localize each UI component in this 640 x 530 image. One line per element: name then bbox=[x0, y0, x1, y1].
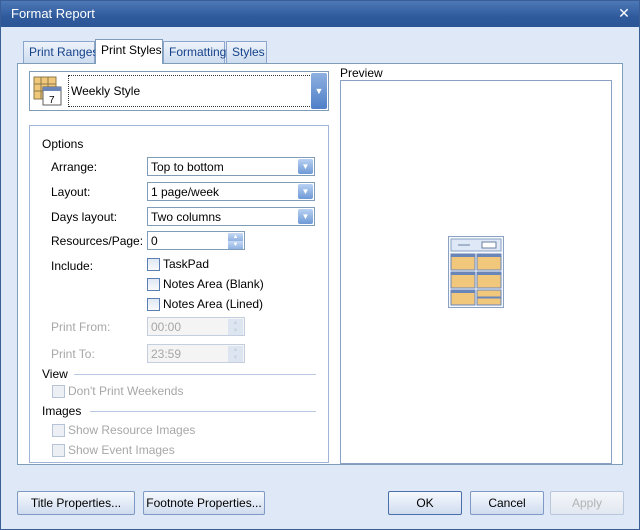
apply-button[interactable]: Apply bbox=[550, 491, 624, 515]
spin-down-icon[interactable]: ▼ bbox=[228, 241, 243, 249]
tab-styles[interactable]: Styles bbox=[226, 41, 267, 63]
resources-per-page-spinner[interactable]: 0 ▲ ▼ bbox=[147, 231, 245, 250]
include-label: Include: bbox=[51, 259, 94, 273]
weekly-layout-preview-icon bbox=[448, 236, 504, 308]
taskpad-label: TaskPad bbox=[163, 257, 210, 271]
arrange-combo[interactable]: Top to bottom ▼ bbox=[147, 157, 315, 176]
layout-combo[interactable]: 1 page/week ▼ bbox=[147, 182, 315, 201]
footnote-properties-button[interactable]: Footnote Properties... bbox=[143, 491, 265, 515]
images-heading: Images bbox=[42, 404, 82, 418]
checkbox-box[interactable] bbox=[147, 298, 160, 311]
spin-up-icon[interactable]: ▲ bbox=[228, 319, 243, 327]
print-from-spinner[interactable]: 00:00 ▲ ▼ bbox=[147, 317, 245, 336]
print-to-spinner[interactable]: 23:59 ▲ ▼ bbox=[147, 344, 245, 363]
title-properties-button[interactable]: Title Properties... bbox=[17, 491, 135, 515]
tab-formatting[interactable]: Formatting bbox=[163, 41, 226, 63]
print-from-label: Print From: bbox=[51, 320, 111, 334]
tab-print-ranges[interactable]: Print Ranges bbox=[23, 41, 98, 63]
print-to-value: 23:59 bbox=[151, 347, 182, 361]
options-heading: Options bbox=[42, 137, 84, 151]
notes-area-lined-label: Notes Area (Lined) bbox=[163, 297, 264, 311]
calendar-7-icon: 7 bbox=[33, 76, 62, 106]
chevron-down-icon[interactable]: ▼ bbox=[298, 209, 313, 224]
window-title: Format Report bbox=[11, 6, 95, 21]
title-bar[interactable]: Format Report ✕ bbox=[1, 1, 639, 27]
view-heading: View bbox=[42, 367, 68, 381]
resources-per-page-value: 0 bbox=[151, 234, 158, 248]
print-from-value: 00:00 bbox=[151, 320, 182, 334]
ok-button[interactable]: OK bbox=[388, 491, 462, 515]
layout-label: Layout: bbox=[51, 185, 91, 199]
tab-print-styles[interactable]: Print Styles bbox=[95, 39, 163, 64]
arrange-value: Top to bottom bbox=[151, 160, 224, 174]
close-icon[interactable]: ✕ bbox=[615, 5, 633, 23]
checkbox-box[interactable] bbox=[52, 444, 65, 457]
spin-down-icon[interactable]: ▼ bbox=[228, 327, 243, 335]
checkbox-box[interactable] bbox=[147, 278, 160, 291]
preview-pane bbox=[340, 80, 612, 464]
chevron-down-icon[interactable]: ▼ bbox=[298, 184, 313, 199]
spin-up-icon[interactable]: ▲ bbox=[228, 346, 243, 354]
dont-print-weekends-label: Don't Print Weekends bbox=[68, 384, 184, 398]
svg-text:7: 7 bbox=[49, 95, 55, 106]
days-layout-label: Days layout: bbox=[51, 210, 118, 224]
notes-area-blank-label: Notes Area (Blank) bbox=[163, 277, 264, 291]
format-report-window: Format Report ✕ Print Ranges Print Style… bbox=[0, 0, 640, 530]
spin-up-icon[interactable]: ▲ bbox=[228, 233, 243, 241]
view-separator bbox=[74, 374, 316, 375]
cancel-button[interactable]: Cancel bbox=[470, 491, 544, 515]
print-to-label: Print To: bbox=[51, 347, 95, 361]
checkbox-box[interactable] bbox=[52, 424, 65, 437]
dialog-body: Print Ranges Print Styles Formatting Sty… bbox=[1, 27, 639, 529]
arrange-label: Arrange: bbox=[51, 160, 98, 174]
days-layout-value: Two columns bbox=[151, 210, 222, 224]
spin-down-icon[interactable]: ▼ bbox=[228, 354, 243, 362]
images-separator bbox=[90, 411, 316, 412]
resources-per-page-label: Resources/Page: bbox=[51, 234, 144, 248]
print-styles-panel: 7 Weekly Style ▼ Options Arrange: Top to… bbox=[17, 63, 623, 465]
checkbox-box[interactable] bbox=[52, 385, 65, 398]
style-picker[interactable]: 7 Weekly Style ▼ bbox=[29, 71, 329, 111]
style-picker-value: Weekly Style bbox=[68, 75, 312, 107]
chevron-down-icon[interactable]: ▼ bbox=[298, 159, 313, 174]
layout-value: 1 page/week bbox=[151, 185, 220, 199]
options-group: Options Arrange: Top to bottom ▼ Layout:… bbox=[29, 125, 329, 463]
preview-label: Preview bbox=[340, 66, 383, 80]
days-layout-combo[interactable]: Two columns ▼ bbox=[147, 207, 315, 226]
show-resource-images-label: Show Resource Images bbox=[68, 423, 196, 437]
checkbox-box[interactable] bbox=[147, 258, 160, 271]
show-event-images-label: Show Event Images bbox=[68, 443, 175, 457]
chevron-down-icon[interactable]: ▼ bbox=[311, 73, 327, 109]
